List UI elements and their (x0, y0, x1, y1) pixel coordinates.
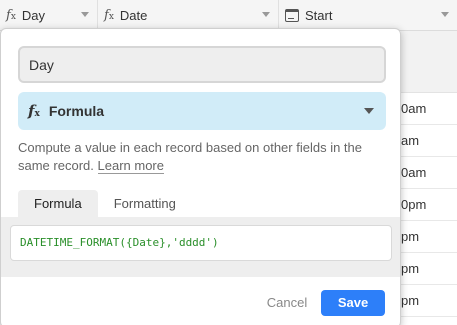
field-type-select[interactable]: fx Formula (18, 92, 386, 130)
field-name-input[interactable] (18, 46, 386, 83)
table-cell[interactable]: 0pm (401, 189, 457, 221)
formula-icon: fx (6, 8, 16, 23)
field-type-label: Formula (48, 103, 105, 119)
chevron-down-icon (364, 108, 374, 114)
calendar-icon (285, 9, 299, 22)
column-header-start[interactable]: Start (279, 0, 457, 31)
chevron-down-icon[interactable] (81, 12, 89, 17)
table-cell[interactable]: pm (401, 285, 457, 317)
table-cell[interactable]: 0am (401, 93, 457, 125)
table-cell[interactable]: am (401, 125, 457, 157)
column-header-date[interactable]: fx Date (98, 0, 279, 31)
column-label: Start (305, 8, 333, 23)
table-cell[interactable]: pm (401, 221, 457, 253)
table-cell[interactable]: 0am (401, 157, 457, 189)
formula-editor[interactable]: DATETIME_FORMAT({Date},'dddd') (10, 225, 392, 261)
column-label: Day (21, 8, 46, 23)
config-tabs: Formula Formatting (18, 190, 192, 217)
description-text: Compute a value in each record based on … (18, 140, 362, 173)
chevron-down-icon[interactable] (262, 12, 270, 17)
grid-header: fx Day fx Date Start (0, 0, 457, 31)
save-button[interactable]: Save (321, 290, 385, 316)
chevron-down-icon[interactable] (441, 12, 449, 17)
tab-formula[interactable]: Formula (18, 190, 98, 217)
learn-more-link[interactable]: Learn more (97, 158, 164, 174)
column-label: Date (119, 8, 148, 23)
row-placeholder (401, 31, 457, 93)
cancel-button[interactable]: Cancel (261, 291, 313, 315)
tab-formatting[interactable]: Formatting (98, 190, 192, 217)
field-config-popup: fx Formula Compute a value in each recor… (0, 28, 401, 325)
start-column-cells: 0am am 0am 0pm pm pm pm (401, 31, 457, 325)
field-type-description: Compute a value in each record based on … (18, 139, 383, 175)
table-cell[interactable]: pm (401, 253, 457, 285)
formula-icon: fx (28, 102, 40, 120)
column-header-day[interactable]: fx Day (0, 0, 98, 31)
formula-panel: DATETIME_FORMAT({Date},'dddd') (1, 217, 400, 277)
formula-icon: fx (104, 8, 114, 23)
